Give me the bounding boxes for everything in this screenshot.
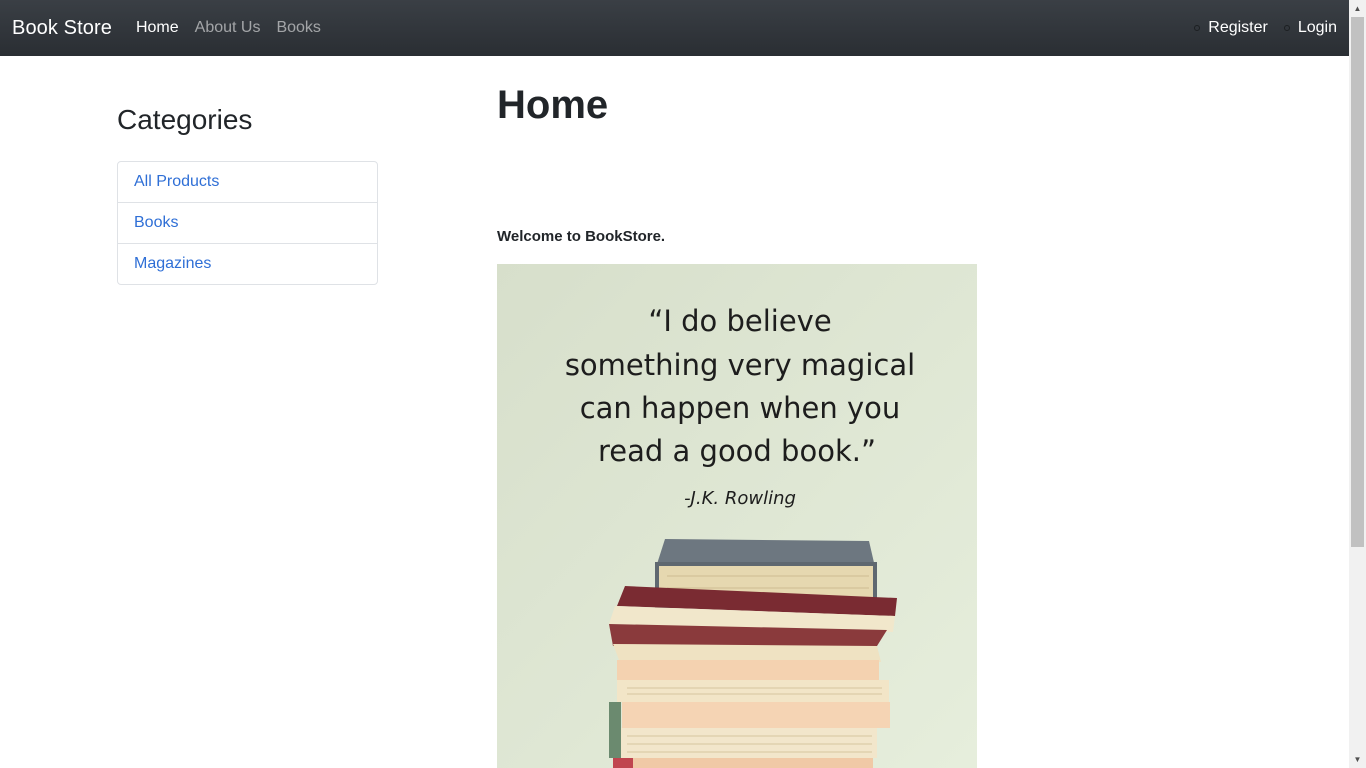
- quote-poster-image: “I do believe something very magical can…: [497, 264, 977, 768]
- page-title: Home: [497, 83, 609, 127]
- quote-line-3: can happen when you: [580, 391, 901, 425]
- quote-line-2: something very magical: [565, 348, 915, 382]
- categories-list: All Products Books Magazines: [117, 161, 378, 285]
- brand-link[interactable]: Book Store: [12, 17, 112, 40]
- bullet-icon: [1283, 25, 1290, 31]
- login-link[interactable]: Login: [1298, 19, 1337, 37]
- category-magazines[interactable]: Magazines: [118, 243, 377, 284]
- nav-link-about-us[interactable]: About Us: [195, 19, 261, 37]
- quote-line-1: “I do believe: [648, 304, 831, 338]
- register-link[interactable]: Register: [1208, 19, 1268, 37]
- nav-link-home[interactable]: Home: [136, 19, 179, 37]
- nav-item-login: Login: [1283, 19, 1337, 37]
- nav-links: Home About Us Books: [136, 19, 321, 37]
- scroll-down-arrow-icon[interactable]: ▼: [1349, 751, 1366, 768]
- welcome-text: Welcome to BookStore.: [497, 228, 666, 245]
- scroll-up-arrow-icon[interactable]: ▲: [1349, 0, 1366, 17]
- quote-line-4: read a good book.”: [598, 434, 876, 468]
- category-all-products[interactable]: All Products: [118, 162, 377, 202]
- nav-right: Register Login: [1194, 19, 1337, 37]
- nav-item-register: Register: [1194, 19, 1268, 37]
- scrollbar-thumb[interactable]: [1351, 17, 1364, 547]
- nav-link-books[interactable]: Books: [276, 19, 320, 37]
- navbar: Book Store Home About Us Books Register …: [0, 0, 1349, 56]
- category-books[interactable]: Books: [118, 202, 377, 243]
- categories-title: Categories: [117, 104, 253, 135]
- bullet-icon: [1194, 25, 1201, 31]
- quote-author: -J.K. Rowling: [684, 488, 796, 509]
